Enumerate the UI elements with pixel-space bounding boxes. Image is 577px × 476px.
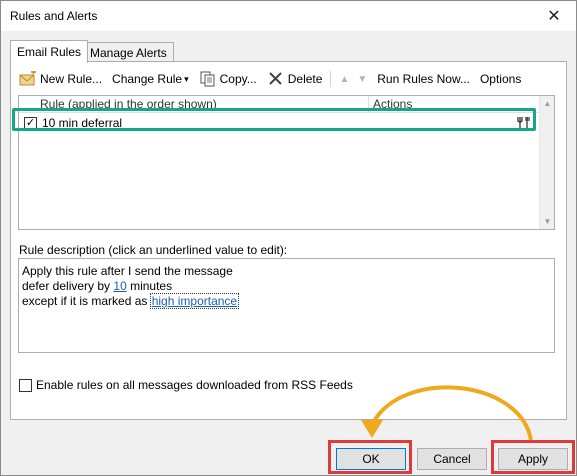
rules-toolbar: New Rule... Change Rule ▾ Copy... Delete…	[19, 68, 559, 90]
change-rule-label: Change Rule	[112, 72, 183, 86]
description-line: Apply this rule after I send the message	[22, 264, 233, 278]
rules-list-scrollbar[interactable]: ▲ ▼	[539, 96, 554, 229]
rule-description-label: Rule description (click an underlined va…	[19, 243, 288, 257]
rss-label: Enable rules on all messages downloaded …	[36, 378, 353, 392]
rules-list[interactable]: Rule (applied in the order shown) Action…	[18, 95, 555, 230]
email-rules-panel: New Rule... Change Rule ▾ Copy... Delete…	[10, 61, 567, 420]
move-up-icon: ▲	[339, 73, 350, 85]
chevron-down-icon: ▾	[184, 73, 189, 84]
importance-link[interactable]: high importance	[149, 293, 240, 309]
rules-and-alerts-dialog: Rules and Alerts ✕ Email Rules Manage Al…	[0, 0, 577, 476]
copy-icon	[199, 71, 217, 87]
options-button[interactable]: Options	[480, 72, 521, 86]
close-button[interactable]: ✕	[532, 1, 576, 31]
delete-icon	[267, 71, 285, 87]
new-rule-button[interactable]: New Rule...	[19, 70, 103, 87]
tab-manage-alerts[interactable]: Manage Alerts	[83, 42, 174, 62]
column-header-actions[interactable]: Actions	[373, 97, 412, 111]
rule-name: 10 min deferral	[42, 116, 123, 130]
description-text: defer delivery by	[22, 279, 114, 293]
rule-row[interactable]: ✓ 10 min deferral	[21, 115, 538, 132]
run-rules-now-label: Run Rules Now...	[377, 72, 470, 86]
move-up-button[interactable]: ▲	[339, 74, 349, 85]
rule-enabled-checkbox[interactable]: ✓	[24, 117, 37, 130]
new-rule-icon	[19, 70, 37, 87]
copy-label: Copy...	[219, 72, 257, 86]
description-text: except if it is marked as	[22, 294, 151, 308]
new-rule-label: New Rule...	[40, 72, 103, 86]
description-line: except if it is marked as high importanc…	[22, 293, 554, 309]
move-down-button[interactable]: ▼	[357, 74, 367, 85]
rule-description-box: Apply this rule after I send the message…	[18, 258, 555, 353]
scroll-down-arrow-icon[interactable]: ▼	[540, 214, 555, 229]
options-label: Options	[479, 72, 522, 86]
description-text: minutes	[126, 279, 173, 293]
column-header-rule[interactable]: Rule (applied in the order shown)	[40, 97, 217, 111]
copy-rule-button[interactable]: Copy...	[199, 71, 257, 87]
scroll-up-arrow-icon[interactable]: ▲	[540, 96, 555, 111]
tab-email-rules[interactable]: Email Rules	[10, 40, 89, 63]
run-rules-now-button[interactable]: Run Rules Now...	[377, 72, 470, 86]
move-down-icon: ▼	[357, 73, 368, 85]
ok-button[interactable]: OK	[336, 448, 406, 470]
toolbar-separator	[330, 71, 332, 87]
rss-rules-option[interactable]: Enable rules on all messages downloaded …	[19, 378, 353, 392]
rules-list-header: Rule (applied in the order shown) Action…	[19, 96, 540, 113]
title-bar: Rules and Alerts ✕	[1, 1, 576, 31]
defer-action-icon	[517, 115, 533, 131]
cancel-button[interactable]: Cancel	[417, 448, 487, 470]
close-icon: ✕	[547, 8, 561, 25]
delete-label: Delete	[287, 72, 323, 86]
change-rule-button[interactable]: Change Rule ▾	[112, 72, 189, 86]
description-line: defer delivery by 10 minutes	[22, 279, 554, 294]
rss-checkbox[interactable]	[19, 378, 32, 392]
defer-minutes-link[interactable]: 10	[113, 279, 126, 293]
delete-rule-button[interactable]: Delete	[267, 71, 323, 87]
window-title: Rules and Alerts	[10, 9, 98, 23]
column-divider[interactable]	[368, 96, 369, 113]
apply-button[interactable]: Apply	[498, 448, 568, 470]
